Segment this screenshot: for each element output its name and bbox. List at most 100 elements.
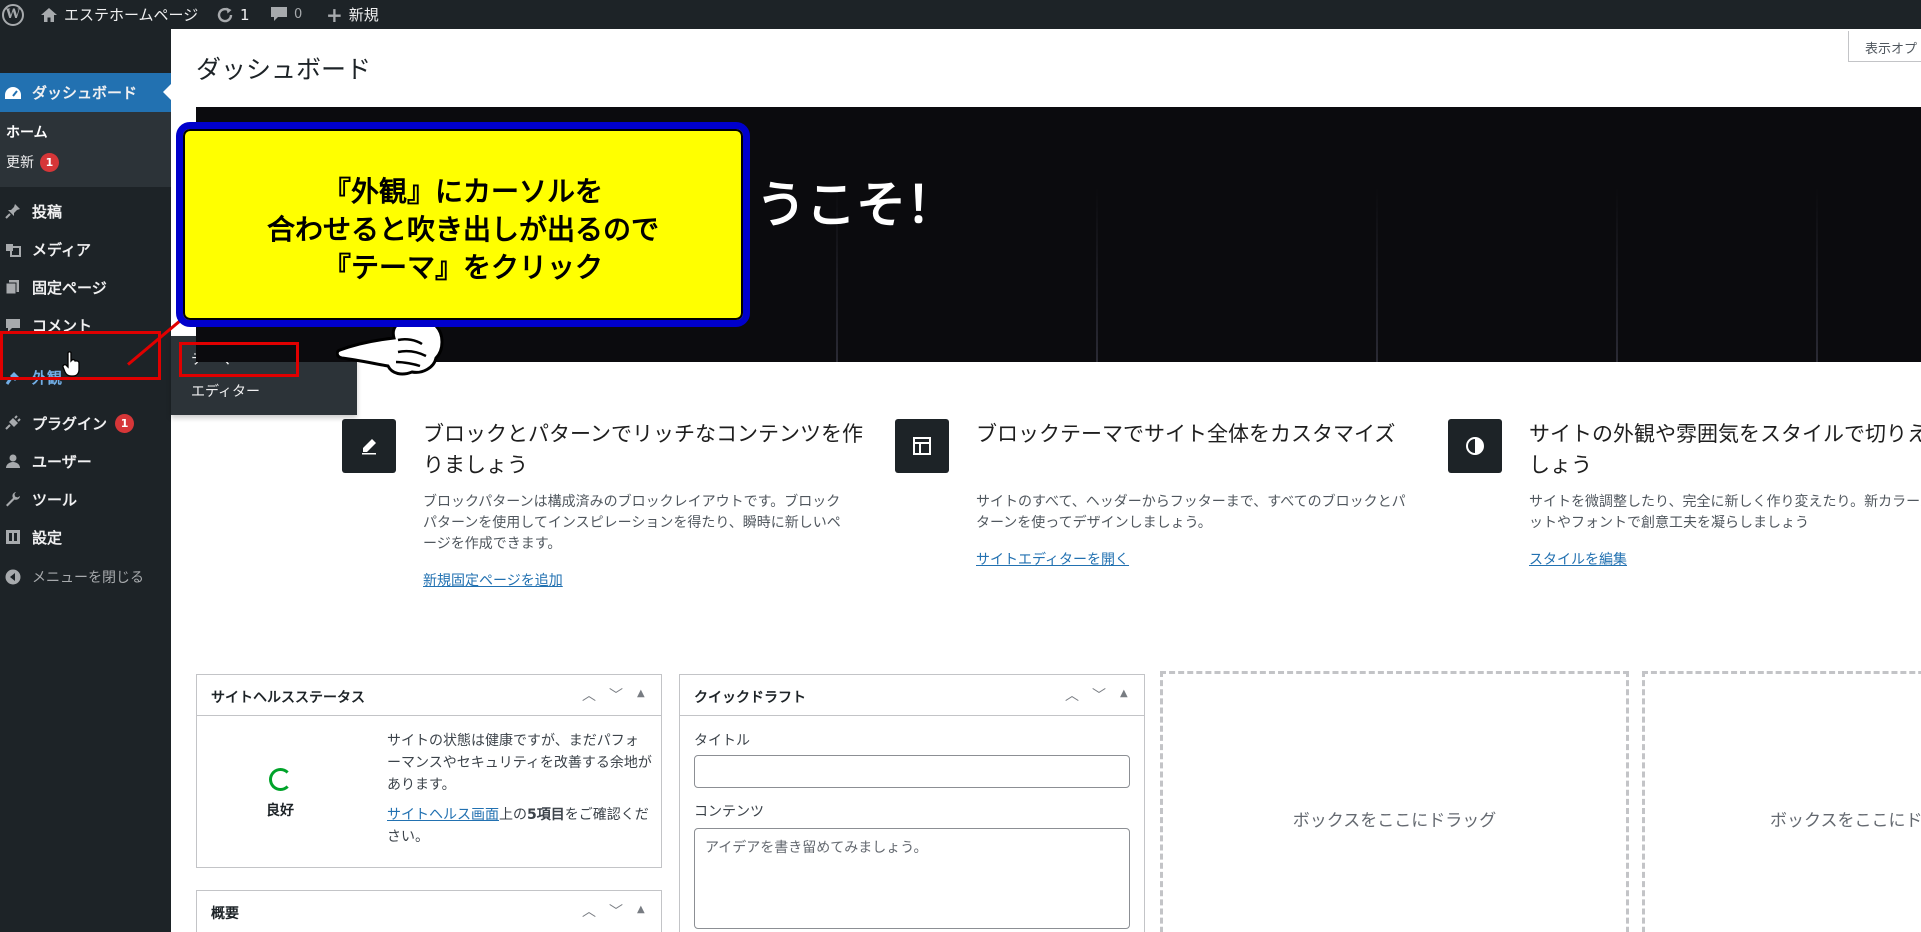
pin-icon <box>4 202 22 220</box>
welcome-title: うこそ！ <box>756 176 956 234</box>
flyout-editor[interactable]: エディター <box>191 381 260 401</box>
page-title: ダッシュボード <box>196 55 372 84</box>
toggle-arrow-icon[interactable]: ▲ <box>1120 688 1128 699</box>
dropzone[interactable]: ボックスをここにドラッグ <box>1160 671 1629 932</box>
menu-posts-label: 投稿 <box>32 202 63 221</box>
page-icon <box>4 278 22 296</box>
site-health-widget: サイトヘルスステータス ︿ ﹀ ▲ 良好 サイトの状態は健康ですが、まだパフォー… <box>196 674 662 868</box>
submenu-updates[interactable]: 更新 1 <box>6 152 59 172</box>
chevron-down-icon[interactable]: ﹀ <box>1092 685 1106 705</box>
comment-icon <box>271 7 287 21</box>
health-status-label: 良好 <box>266 803 294 819</box>
chevron-up-icon[interactable]: ︿ <box>582 901 596 921</box>
callout-line: 『外観』にカーソルを <box>322 175 603 208</box>
add-new-page-link[interactable]: 新規固定ページを追加 <box>423 570 563 590</box>
widget-header: 概要 ︿ ﹀ ▲ <box>197 891 661 932</box>
chevron-down-icon[interactable]: ﹀ <box>609 901 623 921</box>
menu-plugins[interactable]: プラグイン 1 <box>0 404 171 442</box>
screen-options-button[interactable]: 表示オプ <box>1848 31 1921 62</box>
wordpress-logo-button[interactable]: W <box>2 0 24 29</box>
feature-title: ブロックとパターンでリッチなコンテンツを作りましょう <box>423 422 863 477</box>
wordpress-icon: W <box>2 3 24 26</box>
toggle-arrow-icon[interactable]: ▲ <box>637 688 645 699</box>
draft-content-placeholder: アイデアを書き留めてみましょう。 <box>705 840 928 856</box>
menu-dashboard[interactable]: ダッシュボード <box>0 73 171 112</box>
decor-beam <box>1376 187 1378 362</box>
dashboard-submenu: ホーム 更新 1 <box>0 112 171 187</box>
plugin-icon <box>4 414 22 432</box>
site-name-link[interactable]: エステホームページ <box>40 0 198 29</box>
menu-posts[interactable]: 投稿 <box>0 192 171 230</box>
health-description: サイトの状態は健康ですが、まだパフォーマンスやセキュリティを改善する余地がありま… <box>387 730 652 848</box>
menu-dashboard-label: ダッシュボード <box>32 84 138 102</box>
submenu-home-label: ホーム <box>6 125 48 141</box>
widget-header: サイトヘルスステータス ︿ ﹀ ▲ <box>197 675 661 716</box>
open-site-editor-link[interactable]: サイトエディターを開く <box>976 549 1129 569</box>
draft-content-label: コンテンツ <box>694 804 764 820</box>
menu-media[interactable]: メディア <box>0 230 171 268</box>
hand-cursor-icon <box>62 351 80 377</box>
plus-icon: + <box>326 2 343 27</box>
admin-bar: W エステホームページ 1 0 + 新規 <box>0 0 1921 29</box>
updates-link[interactable]: 1 <box>216 0 250 29</box>
menu-users-label: ユーザー <box>32 452 92 471</box>
menu-settings-label: 設定 <box>32 528 63 547</box>
contrast-icon <box>1448 419 1502 473</box>
callout-line: 合わせると吹き出しが出るので <box>266 213 659 246</box>
widget-title: サイトヘルスステータス <box>211 690 365 706</box>
collapse-icon <box>4 568 22 586</box>
health-items-count: 5項目 <box>527 807 565 823</box>
user-icon <box>4 452 22 470</box>
new-content-link[interactable]: + 新規 <box>326 0 379 29</box>
decor-beam <box>1096 187 1098 362</box>
updates-count: 1 <box>240 5 250 24</box>
callout-text: 『外観』にカーソルを 合わせると吹き出しが出るので 『テーマ』をクリック <box>183 173 743 287</box>
comments-link[interactable]: 0 <box>270 0 302 29</box>
menu-plugins-label: プラグイン <box>32 414 108 433</box>
draft-content-textarea[interactable]: アイデアを書き留めてみましょう。 <box>694 828 1130 929</box>
updates-badge: 1 <box>40 152 59 172</box>
menu-tools-label: ツール <box>32 490 78 509</box>
menu-settings[interactable]: 設定 <box>0 518 171 556</box>
health-text: サイトの状態は健康ですが、まだパフォーマンスやセキュリティを改善する余地がありま… <box>387 733 652 793</box>
menu-pages-label: 固定ページ <box>32 278 107 297</box>
edit-styles-link[interactable]: スタイルを編集 <box>1529 549 1627 569</box>
quick-draft-widget: クイックドラフト ︿ ﹀ ▲ タイトル コンテンツ アイデアを書き留めてみましょ… <box>679 674 1145 932</box>
feature-title: ブロックテーマでサイト全体をカスタマイズ <box>976 422 1396 446</box>
layout-icon <box>895 419 949 473</box>
health-text-after-link: 上の <box>499 807 527 823</box>
widget-header: クイックドラフト ︿ ﹀ ▲ <box>680 675 1144 716</box>
menu-tools[interactable]: ツール <box>0 480 171 518</box>
submenu-home[interactable]: ホーム <box>6 122 48 142</box>
dropzone[interactable]: ボックスをここにド <box>1642 671 1921 932</box>
chevron-up-icon[interactable]: ︿ <box>582 685 596 705</box>
menu-pages[interactable]: 固定ページ <box>0 268 171 306</box>
feature-description: サイトのすべて、ヘッダーからフッターまで、すべてのブロックとパターンを使ってデザ… <box>976 494 1406 531</box>
submenu-updates-label: 更新 <box>6 155 34 171</box>
home-icon <box>41 7 57 22</box>
wrench-icon <box>4 490 22 508</box>
draft-title-input[interactable] <box>694 755 1130 788</box>
pencil-icon <box>342 419 396 473</box>
menu-users[interactable]: ユーザー <box>0 442 171 480</box>
menu-media-label: メディア <box>32 240 91 259</box>
feature-description: サイトを微調整したり、完全に新しく作り変えたり。新カラーパレットやフォントで創意… <box>1529 494 1921 531</box>
plugins-badge: 1 <box>115 413 135 433</box>
chevron-up-icon[interactable]: ︿ <box>1065 685 1079 705</box>
collapse-menu-label: メニューを閉じる <box>32 570 144 586</box>
dropzone-label: ボックスをここにド <box>1770 811 1921 831</box>
flyout-editor-label: エディター <box>191 384 261 400</box>
chevron-down-icon[interactable]: ﹀ <box>609 685 623 705</box>
highlight-themes-box <box>179 342 299 377</box>
site-health-screen-link[interactable]: サイトヘルス画面 <box>387 807 499 823</box>
site-name-label: エステホームページ <box>64 6 199 24</box>
overview-widget: 概要 ︿ ﹀ ▲ <box>196 890 662 932</box>
settings-icon <box>4 528 22 546</box>
widget-title: クイックドラフト <box>694 690 806 706</box>
annotation-callout: 『外観』にカーソルを 合わせると吹き出しが出るので 『テーマ』をクリック <box>176 122 750 327</box>
collapse-menu-button[interactable]: メニューを閉じる <box>0 558 171 596</box>
decor-beam <box>1616 187 1618 362</box>
media-icon <box>4 240 22 258</box>
comments-count: 0 <box>294 7 303 22</box>
toggle-arrow-icon[interactable]: ▲ <box>637 904 645 915</box>
